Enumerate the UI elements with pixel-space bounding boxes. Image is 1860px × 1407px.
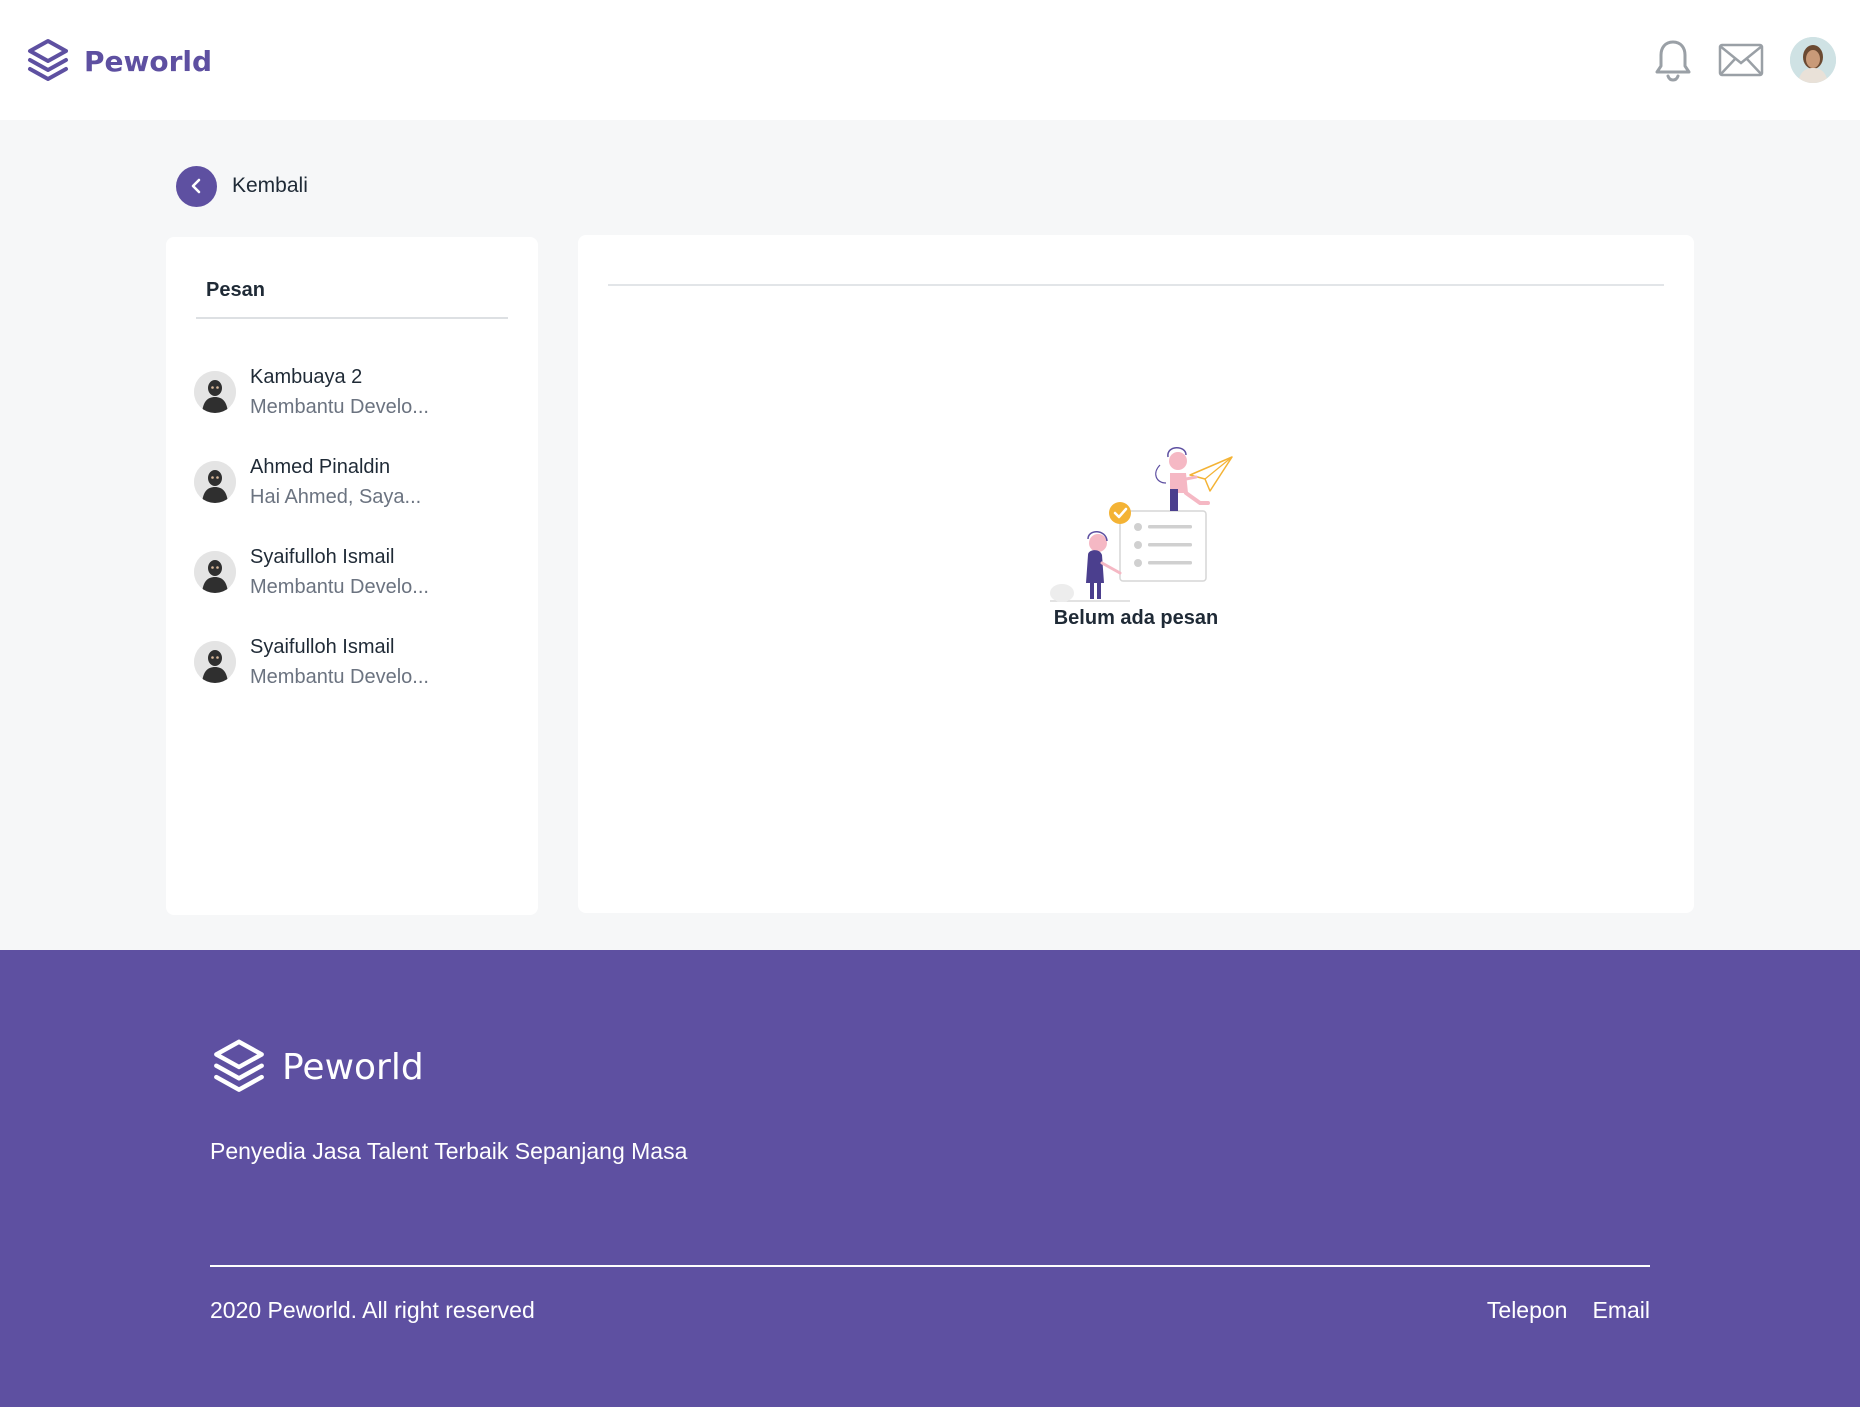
- contact-preview: Membantu Develo...: [250, 576, 429, 598]
- divider: [196, 317, 508, 319]
- contact-list: Kambuaya 2 Membantu Develo... Ahmed Pina…: [194, 347, 514, 707]
- mail-icon[interactable]: [1718, 43, 1764, 77]
- contact-preview: Membantu Develo...: [250, 666, 429, 688]
- footer-copyright: 2020 Peworld. All right reserved: [210, 1297, 535, 1323]
- contact-item[interactable]: Ahmed Pinaldin Hai Ahmed, Saya...: [194, 437, 514, 527]
- user-avatar[interactable]: [1790, 37, 1836, 83]
- chevron-left-icon: [176, 165, 217, 207]
- empty-state-illustration: [1050, 447, 1233, 602]
- brand-name: Peworld: [84, 44, 213, 78]
- messages-panel: Pesan Kambuaya 2 Membantu Develo... Ahme…: [166, 237, 538, 915]
- footer-brand: Peworld: [210, 1037, 424, 1097]
- contact-avatar: [194, 461, 236, 503]
- chat-header-divider: [608, 284, 1664, 286]
- footer-divider: [210, 1265, 1650, 1267]
- contact-item[interactable]: Syaifulloh Ismail Membantu Develo...: [194, 617, 514, 707]
- footer: Peworld Penyedia Jasa Talent Terbaik Sep…: [0, 950, 1860, 1407]
- chat-panel: Belum ada pesan: [578, 235, 1694, 913]
- contact-name: Kambuaya 2: [250, 366, 363, 388]
- contact-preview: Hai Ahmed, Saya...: [250, 486, 422, 508]
- contact-item[interactable]: Syaifulloh Ismail Membantu Develo...: [194, 527, 514, 617]
- logo-icon: [28, 39, 68, 81]
- contact-name: Syaifulloh Ismail: [250, 636, 395, 658]
- footer-link-telepon[interactable]: Telepon: [1487, 1297, 1568, 1324]
- footer-link-email[interactable]: Email: [1592, 1297, 1650, 1324]
- contact-avatar: [194, 551, 236, 593]
- contact-name: Ahmed Pinaldin: [250, 456, 391, 478]
- footer-brand-name: Peworld: [282, 1046, 424, 1088]
- back-label: Kembali: [232, 174, 308, 197]
- contact-avatar: [194, 641, 236, 683]
- contact-name: Syaifulloh Ismail: [250, 546, 395, 568]
- logo-icon: [214, 1039, 264, 1092]
- brand-logo[interactable]: Peworld: [26, 38, 212, 84]
- bell-icon[interactable]: [1654, 38, 1692, 82]
- panel-title: Pesan: [206, 279, 265, 301]
- contact-item[interactable]: Kambuaya 2 Membantu Develo...: [194, 347, 514, 437]
- footer-tagline: Penyedia Jasa Talent Terbaik Sepanjang M…: [210, 1138, 688, 1164]
- footer-links: Telepon Email: [1487, 1297, 1650, 1324]
- back-button[interactable]: Kembali: [176, 165, 308, 207]
- contact-preview: Membantu Develo...: [250, 396, 429, 418]
- contact-avatar: [194, 371, 236, 413]
- empty-state-text: Belum ada pesan: [1053, 607, 1219, 629]
- top-navbar: Peworld: [0, 0, 1860, 120]
